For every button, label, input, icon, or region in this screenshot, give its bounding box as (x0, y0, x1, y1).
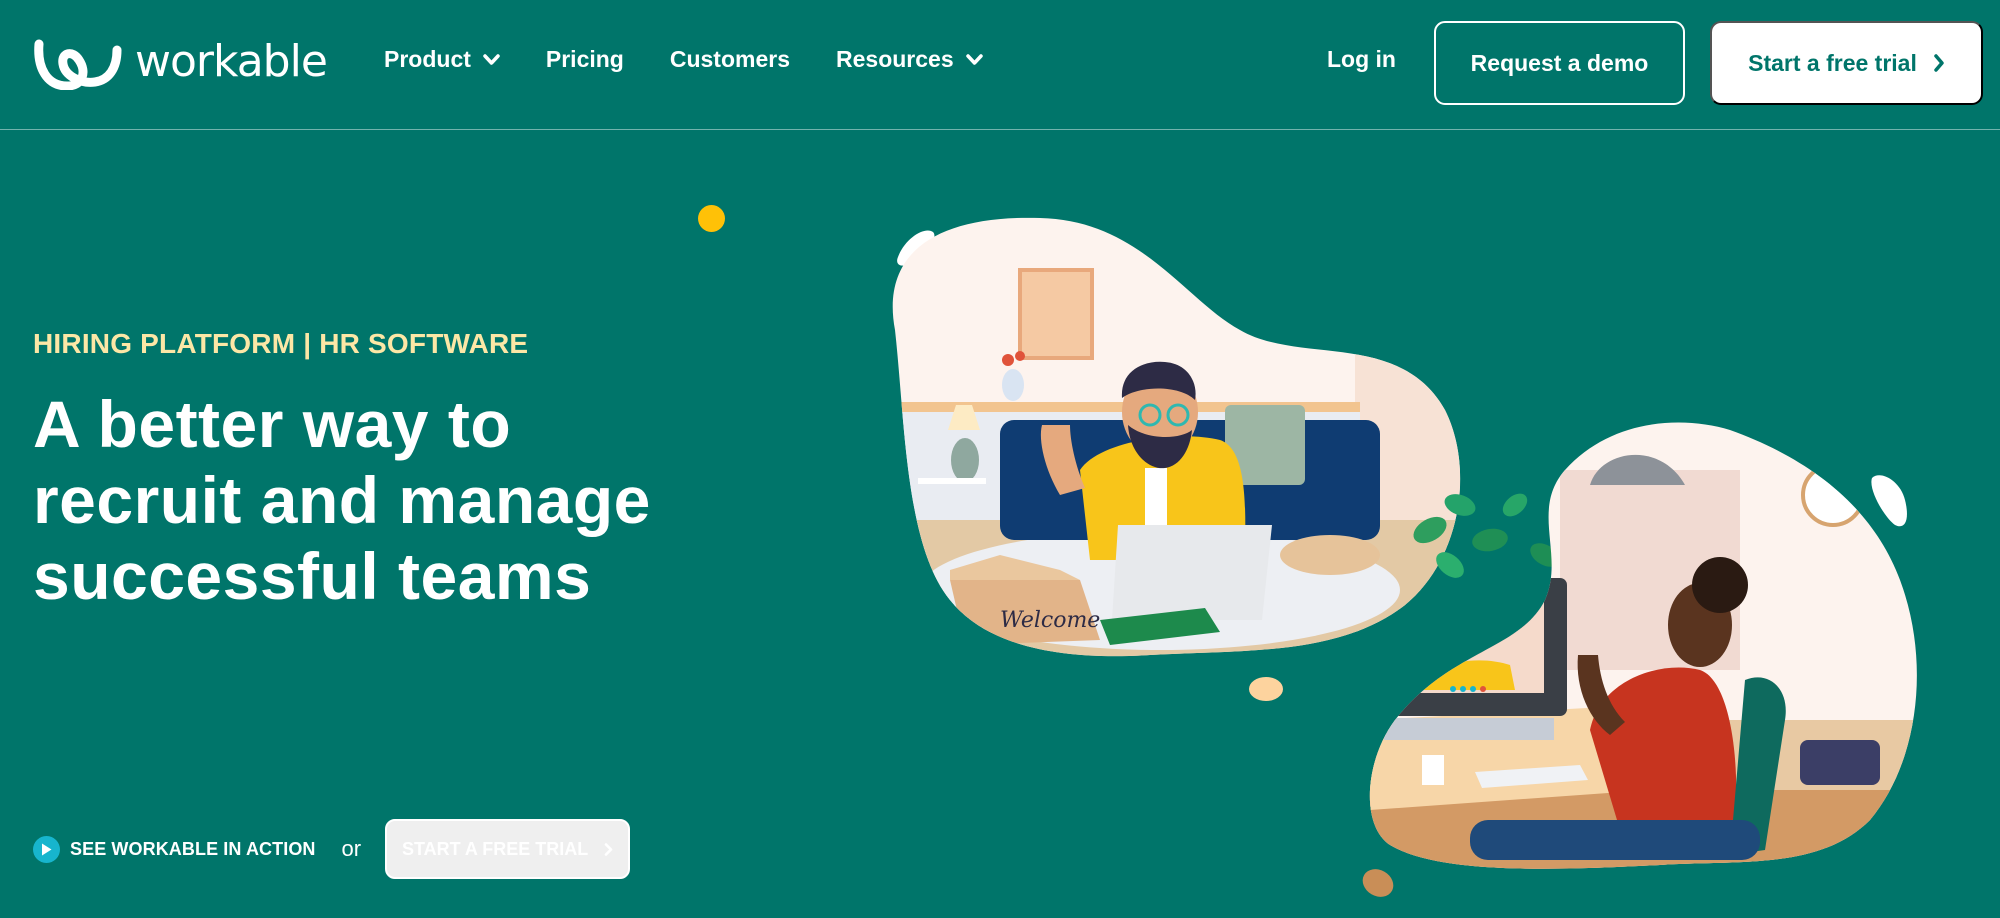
nav-pricing-label: Pricing (545, 46, 624, 72)
nav-customers[interactable]: Customers (670, 46, 790, 73)
see-workable-in-action-link[interactable]: SEE WORKABLE IN ACTION (33, 835, 316, 863)
hero-cta-row: SEE WORKABLE IN ACTION or START A FREE T… (33, 819, 631, 879)
yellow-dot-decoration (698, 205, 725, 232)
logo-wordmark: workable (135, 36, 328, 87)
play-icon (33, 835, 60, 863)
white-blob-decoration (1871, 475, 1907, 527)
start-free-trial-label: Start a free trial (1748, 49, 1917, 76)
site-header: workable Product Pricing Customers Resou… (0, 0, 2000, 130)
welcome-box-label: Welcome (1000, 608, 1100, 633)
login-link[interactable]: Log in (1327, 46, 1396, 73)
hero-eyebrow: HIRING PLATFORM | HR SOFTWARE (33, 328, 529, 359)
nav-product-label: Product (384, 46, 471, 72)
see-workable-label: SEE WORKABLE IN ACTION (70, 838, 316, 859)
hero-headline: A better way to recruit and manage succe… (33, 386, 753, 614)
chevron-right-icon (604, 842, 613, 856)
request-demo-label: Request a demo (1470, 49, 1649, 76)
headline-line: recruit and manage (33, 463, 651, 537)
hero-start-free-trial-label: START A FREE TRIAL (401, 838, 589, 859)
workable-logo[interactable]: workable (33, 36, 328, 90)
hero-start-free-trial-button[interactable]: START A FREE TRIAL (385, 819, 631, 879)
chevron-right-icon (1934, 54, 1944, 72)
or-separator: or (341, 836, 362, 861)
scene-remote-worker: Welcome (892, 217, 1461, 657)
nav-pricing[interactable]: Pricing (546, 46, 624, 73)
nav-customers-label: Customers (669, 46, 791, 72)
plant-illustration (1413, 493, 1584, 600)
chevron-down-icon (965, 53, 983, 65)
white-blob-decoration (897, 230, 935, 266)
peach-blob-decoration (1249, 677, 1283, 701)
tan-blob-decoration (1362, 869, 1394, 897)
nav-product[interactable]: Product (384, 46, 500, 73)
headline-line: A better way to (33, 387, 512, 461)
request-demo-button[interactable]: Request a demo (1434, 21, 1685, 105)
workable-logo-mark-icon (34, 39, 122, 90)
chevron-down-icon (483, 53, 500, 65)
scene-office-worker (1369, 422, 1917, 869)
headline-line: successful teams (33, 539, 592, 613)
main-nav: Product Pricing Customers Resources (384, 46, 1029, 73)
start-free-trial-button[interactable]: Start a free trial (1710, 21, 1983, 105)
nav-resources[interactable]: Resources (836, 46, 983, 73)
nav-resources-label: Resources (836, 46, 954, 72)
